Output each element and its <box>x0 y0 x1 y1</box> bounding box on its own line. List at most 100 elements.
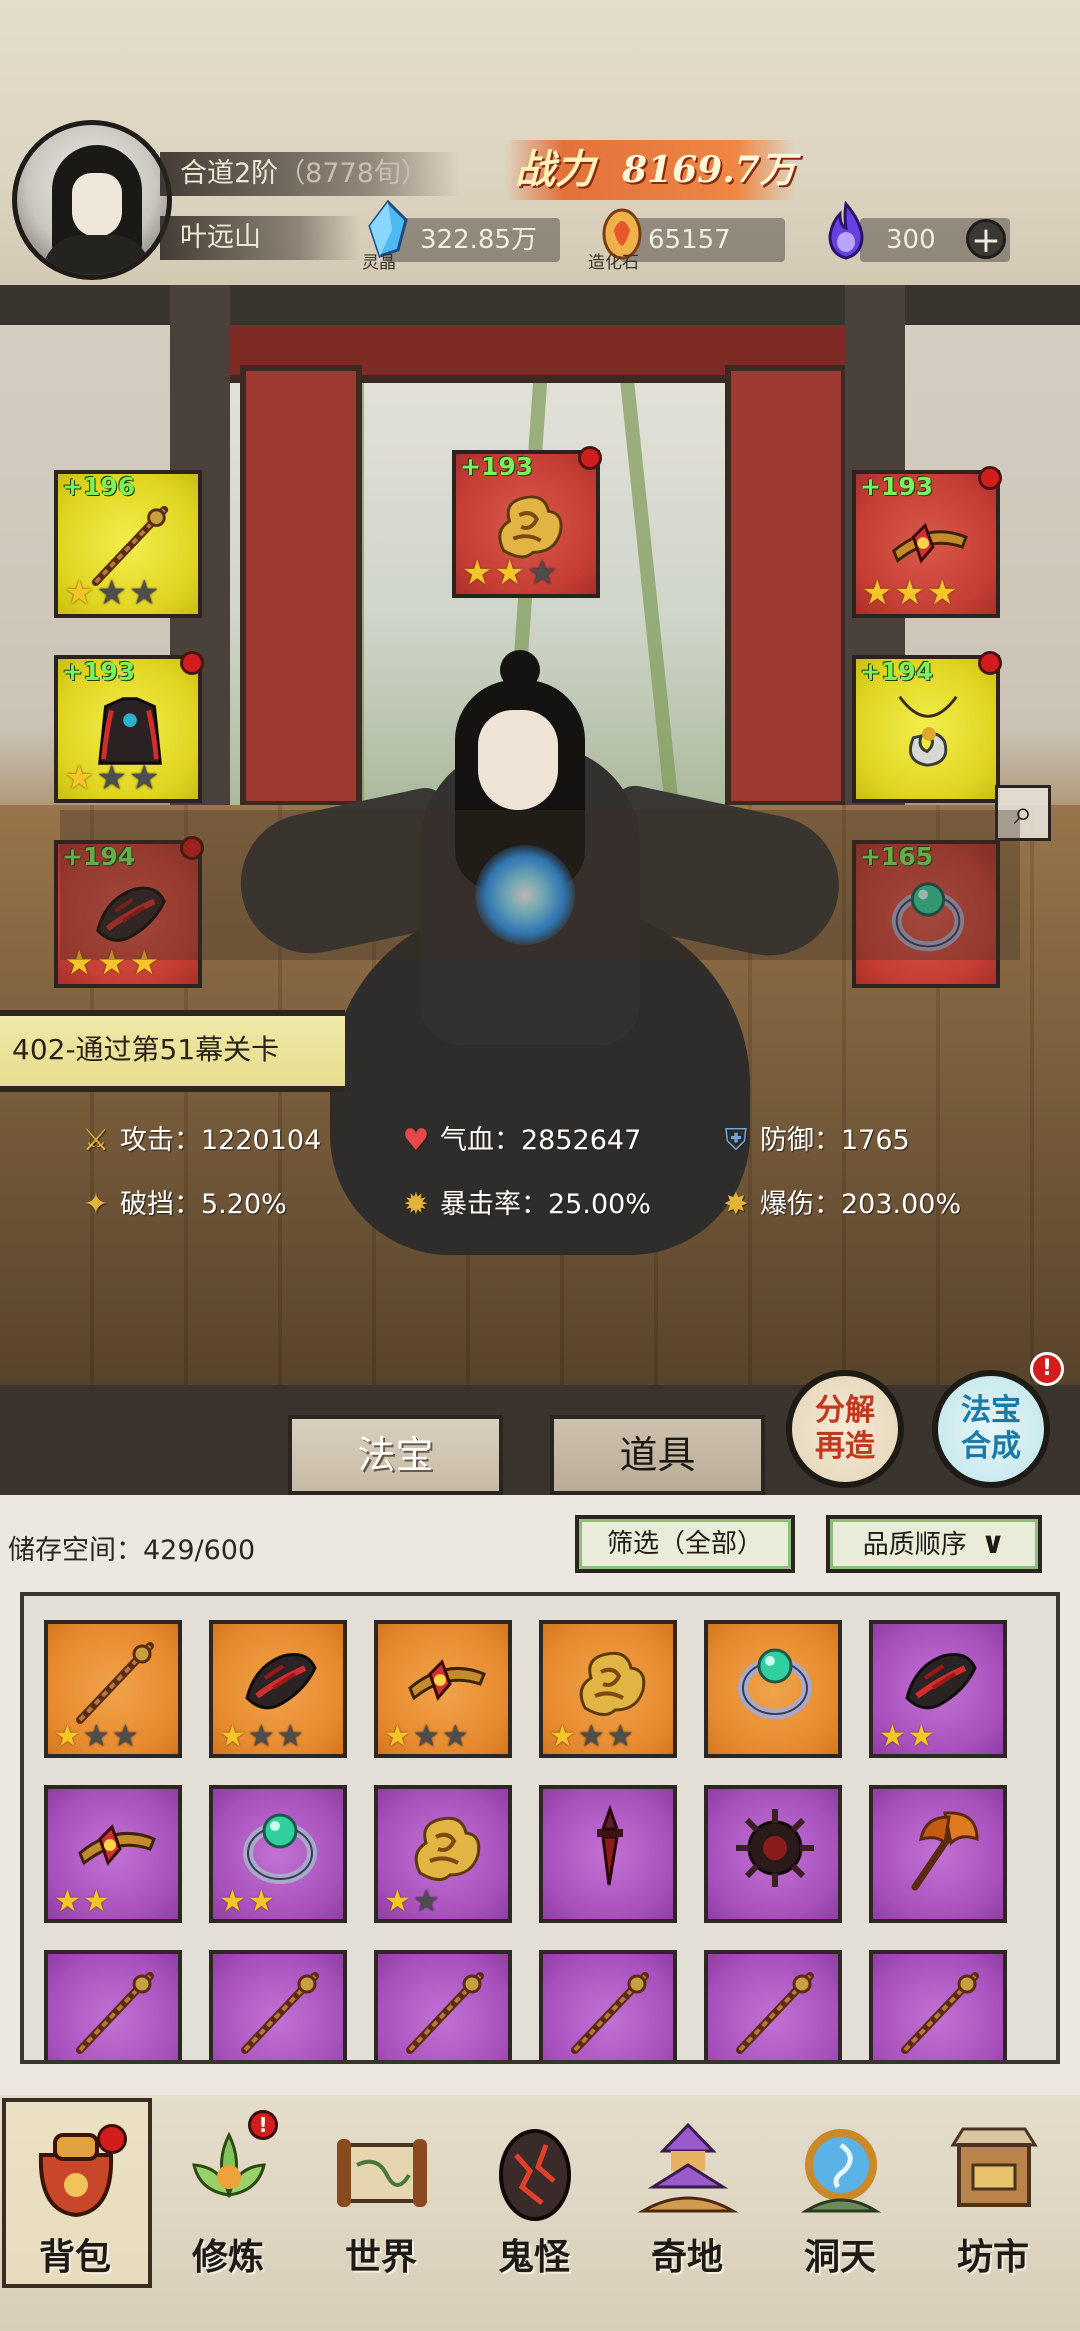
nav-label: 洞天 <box>803 2236 876 2278</box>
sort-label: 品质顺序 <box>862 1530 967 1560</box>
star-icon: ★ <box>412 1884 440 1919</box>
inventory-slot[interactable]: ★ ★ ★ <box>209 1620 347 1758</box>
crit-rate-icon: ✹ <box>403 1187 429 1222</box>
equip-slot-left-1[interactable]: +196 ★ ★ ★ <box>54 470 202 618</box>
inventory-slot[interactable] <box>539 1785 677 1923</box>
star-icon: ★ <box>879 1719 906 1754</box>
demon-egg-icon <box>480 2115 590 2225</box>
staff-icon <box>895 1968 985 2058</box>
realm-name: 合道2阶 <box>180 158 279 189</box>
staff-icon <box>400 1968 490 2058</box>
star-icon: ★ <box>247 1719 275 1754</box>
stat-attack: ⚔ 攻击：1220104 <box>78 1121 322 1161</box>
star-icon: ★ <box>82 1884 110 1919</box>
quest-text: 402-通过第51幕关卡 <box>12 1033 280 1066</box>
enhance-level: +193 <box>460 452 534 481</box>
star-icon: ★ <box>128 758 160 798</box>
inventory-slot[interactable] <box>704 1950 842 2060</box>
equip-slot-right-1[interactable]: +193 ★ ★ ★ <box>852 466 1002 618</box>
inventory-slot[interactable] <box>374 1950 512 2060</box>
inventory-grid: ★ ★ ★ ★ ★ ★ ★ ★ ★ ★ ★ ★ ★ ★ ★ ★ ★ ★ ★ ★ <box>20 1592 1060 2064</box>
star-rating: ★ ★ <box>219 1887 275 1917</box>
player-avatar[interactable] <box>12 120 172 280</box>
upgrade-alert-dot <box>978 466 1002 490</box>
heart-icon: ♥ <box>402 1123 430 1158</box>
stat-crit-rate-value: 暴击率：25.00% <box>440 1189 651 1220</box>
dagger-icon <box>565 1803 655 1893</box>
star-icon: ★ <box>494 553 525 593</box>
enhance-level: +193 <box>62 657 136 686</box>
tab-treasure[interactable]: 法宝 <box>288 1415 503 1495</box>
purple-flame-icon <box>820 200 872 262</box>
inventory-slot[interactable] <box>44 1950 182 2060</box>
inventory-slot[interactable] <box>869 1785 1007 1923</box>
equip-slot-right-2[interactable]: +194 <box>852 651 1002 803</box>
upgrade-alert-dot <box>978 651 1002 675</box>
combat-power-value: 8169.7万 <box>622 149 796 191</box>
spiked-wheel-icon <box>730 1803 820 1893</box>
nav-bag[interactable]: 背包 <box>5 2100 145 2330</box>
inventory-slot[interactable] <box>704 1620 842 1758</box>
inventory-slot[interactable]: ★ ★ ★ <box>374 1620 512 1758</box>
nav-lotus[interactable]: 修炼! <box>158 2100 298 2330</box>
stat-crit-damage: ✸ 爆伤：203.00% <box>718 1185 961 1225</box>
combat-power-label: 战力 <box>515 146 595 193</box>
nav-label: 修炼 <box>191 2236 264 2278</box>
inventory-slot[interactable] <box>704 1785 842 1923</box>
inventory-slot[interactable] <box>209 1950 347 2060</box>
left-door <box>240 365 362 807</box>
star-rating: ★ ★ ★ <box>219 1722 304 1752</box>
portal-icon <box>786 2115 896 2225</box>
realm-progress: （8778旬） <box>278 158 428 189</box>
inventory-slot[interactable] <box>539 1950 677 2060</box>
character-hair-bun <box>500 650 540 690</box>
nav-label: 鬼怪 <box>497 2236 570 2278</box>
equip-slot-left-2[interactable]: +193 ★ ★ ★ <box>54 651 204 803</box>
inventory-slot[interactable]: ★ ★ <box>44 1785 182 1923</box>
inventory-slot[interactable]: ★ ★ <box>374 1785 512 1923</box>
nav-demon-egg[interactable]: 鬼怪 <box>464 2100 604 2330</box>
star-rating: ★ ★ ★ <box>384 1722 469 1752</box>
star-rating: ★ ★ ★ <box>462 556 557 590</box>
inventory-slot[interactable]: ★ ★ <box>209 1785 347 1923</box>
inventory-slot[interactable]: ★ ★ ★ <box>539 1620 677 1758</box>
nav-pagoda[interactable]: 奇地 <box>617 2100 757 2330</box>
stat-defense: ⛨ 防御：1765 <box>718 1121 910 1161</box>
character-face <box>478 710 558 810</box>
ring-icon <box>235 1803 325 1893</box>
star-icon: ★ <box>276 1719 304 1754</box>
inventory-slot[interactable]: ★ ★ <box>869 1620 1007 1758</box>
inventory-slot[interactable]: ★ ★ ★ <box>44 1620 182 1758</box>
stat-defense-value: 防御：1765 <box>760 1125 910 1156</box>
stat-attack-value: 攻击：1220104 <box>120 1125 322 1156</box>
star-rating: ★ ★ ★ <box>54 1722 139 1752</box>
equip-slot-center[interactable]: +193 ★ ★ ★ <box>452 446 602 598</box>
inventory-slot[interactable] <box>869 1950 1007 2060</box>
add-resource-button[interactable]: + <box>966 219 1006 260</box>
nav-portal[interactable]: 洞天 <box>770 2100 910 2330</box>
axe-icon <box>895 1803 985 1893</box>
star-rating: ★ ★ ★ <box>862 576 957 610</box>
sort-dropdown[interactable]: 品质顺序 ∨ <box>826 1515 1042 1573</box>
nav-label: 坊市 <box>956 2236 1029 2278</box>
roof-beam <box>0 285 1080 325</box>
player-name: 叶远山 <box>160 216 360 260</box>
star-icon: ★ <box>894 573 925 613</box>
star-icon: ★ <box>907 1719 935 1754</box>
synthesize-button[interactable]: 法宝 合成 <box>932 1370 1050 1488</box>
filter-button[interactable]: 筛选（全部） <box>575 1515 795 1573</box>
right-door <box>725 365 847 807</box>
tab-items[interactable]: 道具 <box>550 1415 765 1495</box>
headband-icon <box>400 1638 490 1728</box>
decompose-line-2: 再造 <box>815 1429 875 1464</box>
star-icon: ★ <box>128 573 160 613</box>
cloud-totem-icon <box>565 1638 655 1728</box>
nav-scroll-map[interactable]: 世界 <box>311 2100 451 2330</box>
star-rating: ★ ★ <box>384 1887 440 1917</box>
nav-label: 奇地 <box>650 2236 723 2278</box>
nav-market-stall[interactable]: 坊市 <box>923 2100 1063 2330</box>
staff-icon <box>235 1968 325 2058</box>
star-icon: ★ <box>54 1719 81 1754</box>
decompose-button[interactable]: 分解 再造 <box>786 1370 904 1488</box>
stat-break-value: 破挡：5.20% <box>120 1189 287 1220</box>
